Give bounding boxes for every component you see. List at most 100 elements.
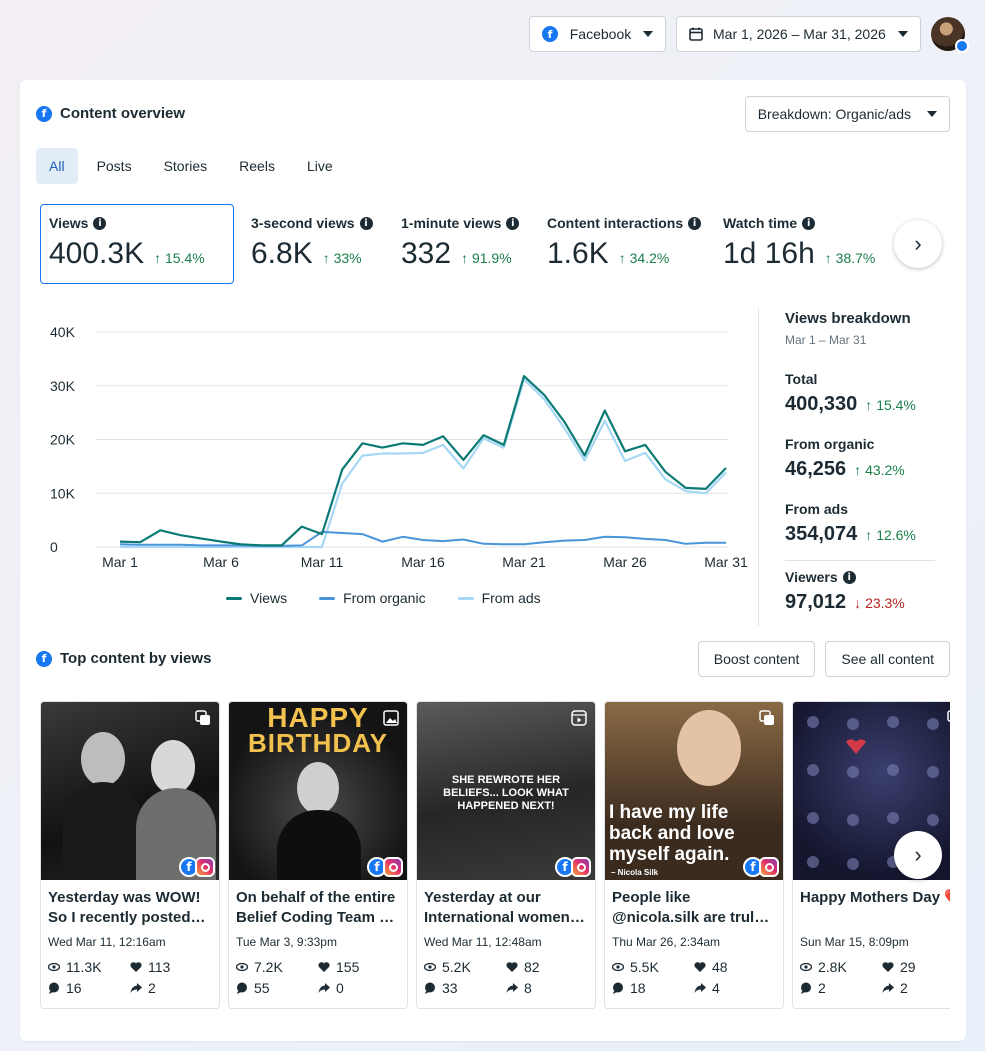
arrow-up-icon: ↑ [854,462,862,478]
carousel-next-button[interactable]: › [894,831,942,879]
photo-figure [63,782,143,880]
chevron-right-icon: › [914,231,922,256]
metric-value: 332 [401,237,452,270]
metric-value: 1.6K [547,237,609,270]
shares-count: 2 [148,980,156,996]
comment-icon [425,982,435,994]
legend-label: Views [250,590,288,606]
tab-all[interactable]: All [36,148,78,184]
comment-icon [613,982,623,994]
y-tick-label: 20K [50,432,76,448]
shares-count: 0 [336,980,344,996]
date-range-selector[interactable]: Mar 1, 2026 – Mar 31, 2026 [676,16,921,52]
metric-change: 15.4% [164,250,205,266]
content-card[interactable]: HAPPY BIRTHDAY f On behalf of the entire… [228,701,408,1009]
info-icon[interactable]: i [842,570,856,584]
thumbnail-overlay-text: SHE REWROTE HER [451,774,561,786]
platform-selector[interactable]: f Facebook [529,16,666,52]
metric-value: 6.8K [251,237,313,270]
eye-icon [48,962,60,972]
metric-label: 1-minute views [401,215,502,231]
viewers-change: 23.3% [865,595,905,611]
viewers-label: Viewers [785,569,838,585]
see-all-content-button[interactable]: See all content [825,641,950,677]
views-count: 5.5K [630,959,659,975]
breakdown-dropdown[interactable]: Breakdown: Organic/ads [744,96,950,132]
series-line-from-ads [120,378,727,549]
platform-badges: f [179,857,215,877]
chevron-down-icon [927,111,937,117]
info-icon[interactable]: i [802,216,816,230]
metric-watch-time[interactable]: Watch time i 1d 16h ↑ 38.7% [714,204,884,284]
metric-value: 1d 16h [723,237,815,270]
photo-figure [151,740,195,794]
tab-posts[interactable]: Posts [84,148,145,184]
info-icon[interactable]: i [688,216,702,230]
profile-avatar[interactable] [931,17,969,53]
metric-content-interactions[interactable]: Content interactions i 1.6K ↑ 34.2% [538,204,714,284]
heart-icon [318,962,330,972]
metrics-row: Views i 400.3K ↑ 15.4% 3-second views i 6.8… [40,204,884,284]
info-icon[interactable]: i [359,216,373,230]
breakdown-ads-label: From ads [785,501,849,517]
heart-icon [694,962,706,972]
likes-count: 155 [336,959,360,975]
instagram-icon [383,857,403,877]
metric-3-second-views[interactable]: 3-second views i 6.8K ↑ 33% [242,204,392,284]
post-thumbnail: I have my life back and love myself agai… [605,702,783,880]
likes-count: 82 [524,959,540,975]
metric-change: 34.2% [629,250,670,266]
metric-1-minute-views[interactable]: 1-minute views i 332 ↑ 91.9% [392,204,538,284]
tab-stories[interactable]: Stories [151,148,221,184]
info-icon[interactable]: i [93,216,107,230]
facebook-icon: f [36,105,52,122]
arrow-up-icon: ↑ [461,250,469,266]
comment-icon [801,982,811,994]
post-date: Sun Mar 15, 8:09pm [800,935,909,949]
arrow-up-icon: ↑ [154,250,162,266]
post-thumbnail: f [41,702,219,880]
thumbnail-overlay-text: HAPPENED NEXT! [457,800,555,812]
views-count: 2.8K [818,959,847,975]
chart-legend: Views From organic From ads [226,590,541,606]
instagram-icon [759,857,779,877]
views-count: 5.2K [442,959,471,975]
arrow-down-icon: ↓ [854,595,862,611]
eye-icon [424,962,436,972]
breakdown-label: Breakdown: Organic/ads [757,106,911,122]
comments-count: 2 [818,980,826,996]
boost-content-button[interactable]: Boost content [697,641,816,677]
views-breakdown-panel: Views breakdown Mar 1 – Mar 31 Total 400… [758,308,935,626]
thumbnail-overlay-text: myself again. [609,844,730,865]
legend-item-views[interactable]: Views [226,590,287,606]
legend-swatch [457,596,474,600]
chevron-right-icon: › [914,842,922,867]
likes-count: 113 [148,959,171,975]
content-card[interactable]: f Yesterday was WOW! So I recently poste… [40,701,220,1009]
divider [785,560,935,561]
photo-icon [383,710,399,726]
post-caption: On behalf of the entire Belief Coding Te… [236,889,396,926]
metrics-next-button[interactable]: › [894,220,942,268]
photo-figure [677,710,741,786]
comments-count: 55 [254,980,270,996]
viewers-value: 97,012 [785,591,847,613]
metric-label: 3-second views [251,215,355,231]
heart-icon [882,962,894,972]
instagram-icon [195,857,215,877]
info-icon[interactable]: i [506,216,520,230]
content-card[interactable]: I have my life back and love myself agai… [604,701,784,1009]
breakdown-organic-change: 43.2% [865,462,905,478]
legend-item-from-ads[interactable]: From ads [457,590,541,606]
thumbnail-overlay-text: BELIEFS... LOOK WHAT [443,787,569,799]
views-count: 11.3K [66,959,102,975]
tab-live[interactable]: Live [294,148,346,184]
content-card[interactable]: SHE REWROTE HER BELIEFS... LOOK WHAT HAP… [416,701,596,1009]
tab-reels[interactable]: Reels [226,148,288,184]
metric-change: 33% [333,250,362,266]
metric-views[interactable]: Views i 400.3K ↑ 15.4% [40,204,234,284]
legend-item-from-organic[interactable]: From organic [319,590,426,606]
top-content-carousel: f Yesterday was WOW! So I recently poste… [40,701,950,1011]
shares-count: 2 [900,980,908,996]
comments-count: 18 [630,980,646,996]
